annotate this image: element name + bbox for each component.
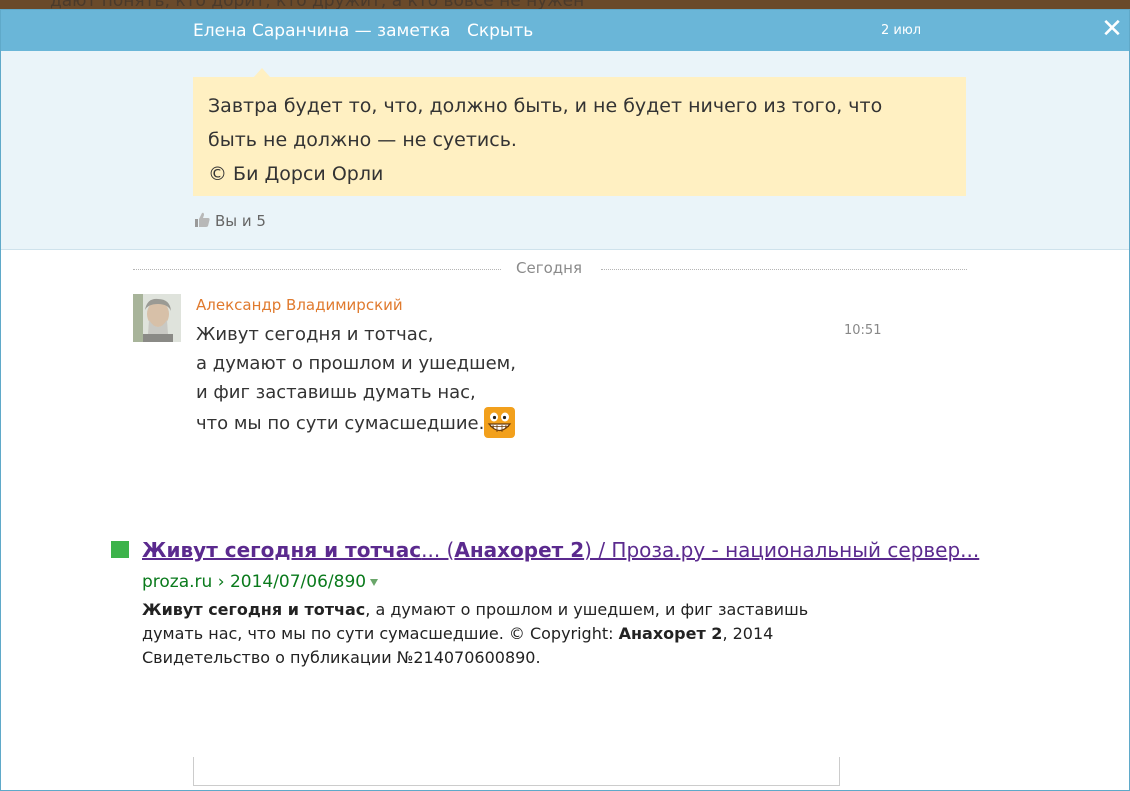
snippet-text: думать нас, что мы по сути сумасшедшие. …	[142, 624, 619, 643]
note-bubble: Завтра будет то, что, должно быть, и не …	[193, 77, 966, 196]
result-favicon	[111, 541, 129, 558]
likes-count: Вы и 5	[215, 212, 266, 230]
background-page-strip: дают понять, кто дорит, кто дружит, а кт…	[0, 0, 1130, 11]
note-popup: Елена Саранчина — заметка Скрыть 2 июл ✕…	[0, 9, 1130, 791]
snippet-text: , 2014	[722, 624, 774, 643]
grinning-smiley-icon	[484, 407, 516, 438]
comment-time: 10:51	[844, 323, 882, 338]
reply-input[interactable]	[193, 757, 840, 786]
snippet-line: Живут сегодня и тотчас, а думают о прошл…	[142, 598, 902, 622]
title-text: ... (	[421, 538, 455, 562]
snippet-line: Свидетельство о публикации №214070600890…	[142, 648, 541, 667]
title-bold: Живут сегодня и тотчас	[142, 538, 422, 562]
chevron-down-icon[interactable]	[370, 579, 379, 586]
day-separator: Сегодня	[133, 259, 967, 279]
snippet-text: , а думают о прошлом и ушедшем, и фиг за…	[365, 600, 809, 619]
url-domain: proza.ru	[142, 572, 213, 592]
snippet-bold: Анахорет 2	[618, 624, 723, 643]
url-path: 2014/07/06/890	[229, 572, 367, 592]
hide-link[interactable]: Скрыть	[467, 21, 533, 41]
result-url[interactable]: proza.ru › 2014/07/06/890	[142, 572, 379, 592]
separator-line-left	[133, 269, 501, 270]
avatar-image	[133, 294, 181, 342]
separator-label: Сегодня	[516, 259, 582, 277]
note-line: быть не должно — не суетись.	[208, 129, 517, 151]
popup-title[interactable]: Елена Саранчина — заметка	[193, 21, 450, 41]
comment-line: что мы по сути сумасшедшие.	[196, 413, 485, 434]
title-text: ) / Проза.ру - национальный сервер...	[584, 538, 980, 562]
popup-header: Елена Саранчина — заметка Скрыть 2 июл ✕	[1, 10, 1129, 51]
note-line: © Би Дорси Орли	[208, 163, 384, 185]
comment-line: Живут сегодня и тотчас,	[196, 324, 434, 345]
separator-line-right	[601, 269, 967, 270]
close-icon[interactable]: ✕	[1099, 15, 1125, 43]
snippet-line: думать нас, что мы по сути сумасшедшие. …	[142, 622, 902, 646]
title-bold: Анахорет 2	[454, 538, 585, 562]
comment-text: Живут сегодня и тотчас, а думают о прошл…	[196, 320, 516, 438]
result-title-link[interactable]: Живут сегодня и тотчас... (Анахорет 2) /…	[142, 538, 979, 562]
thumbs-up-icon	[195, 212, 210, 227]
likes-button[interactable]: Вы и 5	[194, 211, 266, 230]
avatar[interactable]	[133, 294, 181, 342]
comment-line-last: что мы по сути сумасшедшие.	[196, 407, 516, 438]
url-separator: ›	[212, 572, 230, 592]
note-section: Завтра будет то, что, должно быть, и не …	[1, 51, 1129, 250]
note-line: Завтра будет то, что, должно быть, и не …	[208, 95, 883, 117]
search-result-card: Живут сегодня и тотчас... (Анахорет 2) /…	[21, 534, 1129, 756]
result-snippet: Живут сегодня и тотчас, а думают о прошл…	[142, 598, 902, 670]
comment-line: и фиг заставишь думать нас,	[196, 382, 476, 403]
snippet-bold: Живут сегодня и тотчас	[142, 600, 366, 619]
comment-line: а думают о прошлом и ушедшем,	[196, 353, 516, 374]
note-date: 2 июл	[881, 23, 922, 38]
note-text: Завтра будет то, что, должно быть, и не …	[208, 89, 948, 191]
comment-author[interactable]: Александр Владимирский	[196, 296, 403, 314]
